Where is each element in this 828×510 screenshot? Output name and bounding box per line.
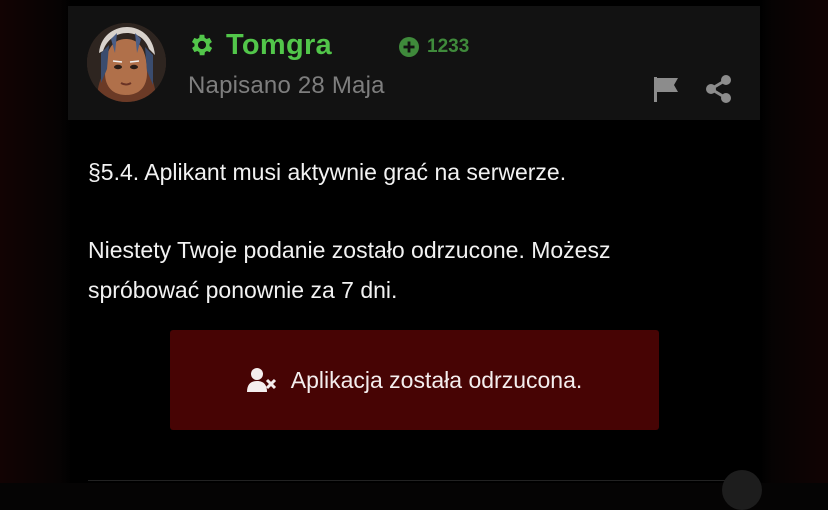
decision-paragraph-line-1: Niestety Twoje podanie zostało odrzucone…: [88, 237, 611, 263]
status-label: Aplikacja została odrzucona.: [290, 366, 583, 393]
post-body: §5.4. Aplikant musi aktywnie grać na ser…: [88, 152, 738, 310]
post-date: Napisano 28 Maja: [188, 72, 385, 99]
scroll-button[interactable]: [722, 470, 762, 510]
share-icon[interactable]: [705, 75, 732, 103]
author-name[interactable]: Tomgra: [226, 29, 332, 62]
rule-paragraph: §5.4. Aplikant musi aktywnie grać na ser…: [88, 159, 567, 185]
plus-circle-icon: [399, 37, 419, 57]
flag-icon[interactable]: [652, 76, 680, 102]
divider: [88, 480, 728, 481]
post-header: [68, 6, 760, 120]
author-name-row[interactable]: Tomgra: [188, 28, 332, 62]
gear-icon: [191, 34, 213, 56]
application-rejected-banner: Aplikacja została odrzucona.: [170, 330, 659, 430]
avatar[interactable]: [87, 23, 166, 102]
user-times-icon: [246, 368, 276, 392]
reputation-badge: 1233: [399, 34, 469, 60]
decision-paragraph-line-2: spróbować ponownie za 7 dni.: [88, 277, 398, 303]
reputation-count: 1233: [427, 36, 470, 57]
